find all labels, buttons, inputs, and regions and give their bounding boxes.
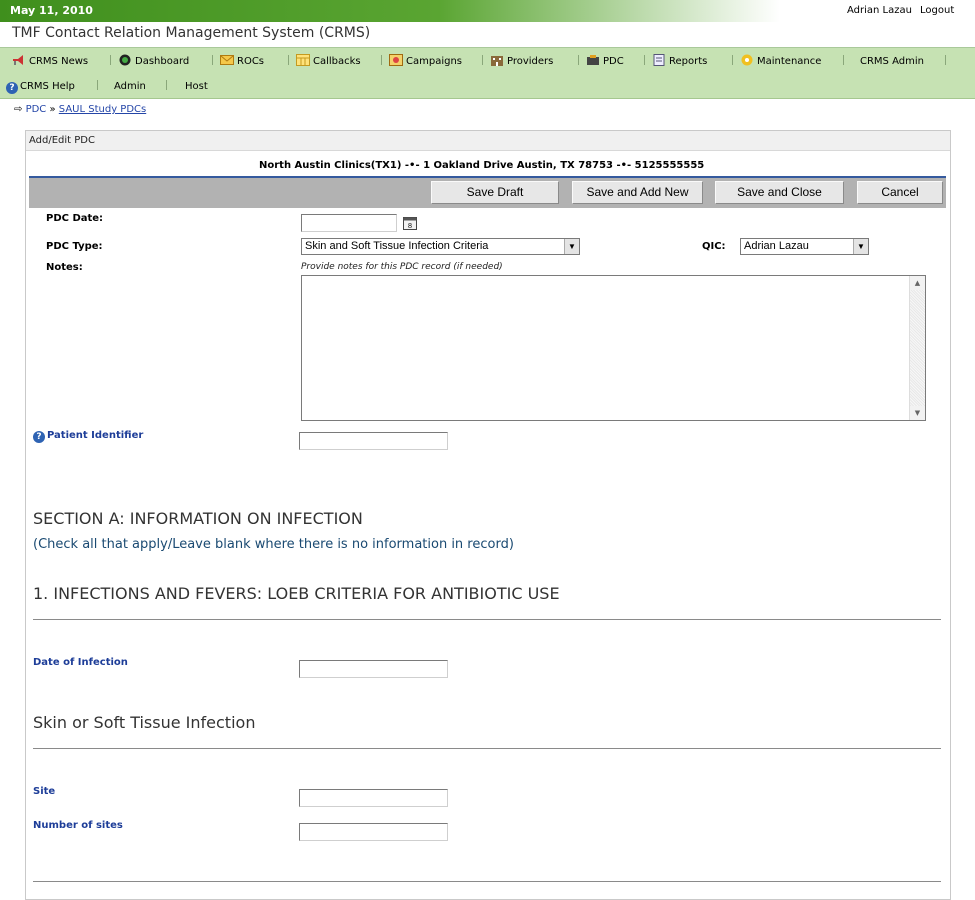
section-a-title: SECTION A: INFORMATION ON INFECTION xyxy=(33,509,363,528)
nav-item-crms-help[interactable]: ? CRMS Help xyxy=(6,79,75,97)
divider xyxy=(33,748,941,749)
scroll-down-icon[interactable]: ▼ xyxy=(910,406,925,420)
pdc-type-label: PDC Type: xyxy=(46,241,103,252)
divider xyxy=(33,881,941,882)
breadcrumb: ⇨ PDC » SAUL Study PDCs xyxy=(14,104,146,115)
app-title: TMF Contact Relation Management System (… xyxy=(12,25,371,41)
current-date: May 11, 2010 xyxy=(10,4,93,17)
nav-item-host[interactable]: Host xyxy=(185,79,208,97)
building-icon xyxy=(490,54,504,66)
section-a-subtitle: (Check all that apply/Leave blank where … xyxy=(33,537,514,552)
nav-item-pdc[interactable]: PDC xyxy=(586,54,624,72)
calendar-picker-icon[interactable]: 8 xyxy=(403,216,417,230)
arrow-right-icon: ⇨ xyxy=(14,104,23,115)
nav-item-rocs[interactable]: ROCs xyxy=(220,54,264,72)
campaign-icon xyxy=(389,54,403,66)
add-edit-pdc-panel: Add/Edit PDC North Austin Clinics(TX1) -… xyxy=(25,130,951,900)
main-nav: CRMS News Dashboard ROCs Callbacks Campa… xyxy=(0,48,975,99)
notes-hint: Provide notes for this PDC record (if ne… xyxy=(301,262,503,272)
breadcrumb-separator: » xyxy=(49,104,56,115)
envelope-icon xyxy=(220,54,234,66)
nav-item-crms-news[interactable]: CRMS News xyxy=(12,54,88,72)
qic-label: QIC: xyxy=(702,241,726,252)
site-label: Site xyxy=(33,786,56,797)
action-button-bar: Save Draft Save and Add New Save and Clo… xyxy=(29,178,946,208)
nav-item-admin[interactable]: Admin xyxy=(114,79,146,97)
svg-text:8: 8 xyxy=(408,222,412,230)
gear-icon xyxy=(740,54,754,66)
logout-link[interactable]: Logout xyxy=(920,5,954,16)
notes-textarea[interactable]: ▲ ▼ xyxy=(301,275,926,421)
nav-item-providers[interactable]: Providers xyxy=(490,54,553,72)
scroll-up-icon[interactable]: ▲ xyxy=(910,276,925,290)
chevron-down-icon: ▼ xyxy=(853,239,868,254)
infections-fevers-title: 1. INFECTIONS AND FEVERS: LOEB CRITERIA … xyxy=(33,584,560,603)
number-of-sites-input[interactable] xyxy=(299,823,448,841)
patient-identifier-label-wrap: ? Patient Identifier xyxy=(33,430,143,443)
patient-identifier-label: Patient Identifier xyxy=(47,430,144,441)
user-name: Adrian Lazau xyxy=(847,5,912,16)
pdc-type-select[interactable]: Skin and Soft Tissue Infection Criteria … xyxy=(301,238,580,255)
pdc-type-value: Skin and Soft Tissue Infection Criteria xyxy=(305,240,489,252)
patient-identifier-input[interactable] xyxy=(299,432,448,450)
help-icon[interactable]: ? xyxy=(33,431,45,443)
save-and-add-new-button[interactable]: Save and Add New xyxy=(572,181,703,204)
app-header: TMF Contact Relation Management System (… xyxy=(0,22,975,48)
provider-address: North Austin Clinics(TX1) -•- 1 Oakland … xyxy=(259,160,705,171)
report-icon xyxy=(652,54,666,66)
qic-value: Adrian Lazau xyxy=(744,240,809,252)
number-of-sites-label: Number of sites xyxy=(33,820,123,831)
save-and-close-button[interactable]: Save and Close xyxy=(715,181,844,204)
calendar-icon xyxy=(296,54,310,66)
divider xyxy=(33,619,941,620)
breadcrumb-pdc[interactable]: PDC xyxy=(26,104,47,115)
date-of-infection-input[interactable] xyxy=(299,660,448,678)
nav-item-maintenance[interactable]: Maintenance xyxy=(740,54,821,72)
chevron-down-icon: ▼ xyxy=(564,239,579,254)
pdc-date-label: PDC Date: xyxy=(46,213,104,224)
nav-item-callbacks[interactable]: Callbacks xyxy=(296,54,361,72)
nav-item-reports[interactable]: Reports xyxy=(652,54,707,72)
pdc-icon xyxy=(586,54,600,66)
qic-select[interactable]: Adrian Lazau ▼ xyxy=(740,238,869,255)
pdc-date-input[interactable] xyxy=(301,214,397,232)
help-icon: ? xyxy=(6,82,18,94)
top-bar: May 11, 2010 Adrian Lazau Logout xyxy=(0,0,975,22)
panel-title: Add/Edit PDC xyxy=(26,131,950,151)
site-input[interactable] xyxy=(299,789,448,807)
skin-soft-tissue-title: Skin or Soft Tissue Infection xyxy=(33,713,256,732)
save-draft-button[interactable]: Save Draft xyxy=(431,181,559,204)
megaphone-icon xyxy=(12,54,26,66)
notes-scrollbar[interactable]: ▲ ▼ xyxy=(909,276,925,420)
nav-item-dashboard[interactable]: Dashboard xyxy=(118,54,189,72)
dashboard-icon xyxy=(118,54,132,66)
date-of-infection-label: Date of Infection xyxy=(33,657,128,668)
cancel-button[interactable]: Cancel xyxy=(857,181,943,204)
notes-label: Notes: xyxy=(46,262,83,273)
nav-item-campaigns[interactable]: Campaigns xyxy=(389,54,462,72)
breadcrumb-saul-study-pdcs[interactable]: SAUL Study PDCs xyxy=(59,104,146,115)
nav-item-crms-admin[interactable]: CRMS Admin xyxy=(860,54,924,72)
